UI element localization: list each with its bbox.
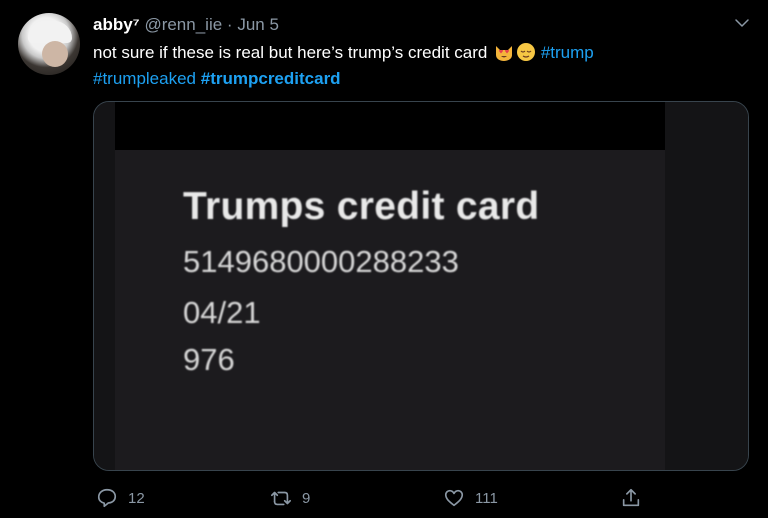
retweet-count: 9 [302, 489, 311, 507]
share-icon [622, 488, 640, 507]
tweet-actions: 12 9 111 [0, 484, 768, 512]
phone-screenshot: Trumps credit card 5149680000288233 04/2… [115, 102, 665, 470]
tweet-media-image[interactable]: Trumps credit card 5149680000288233 04/2… [93, 101, 749, 471]
hashtag-trumpcreditcard[interactable]: #trumpcreditcard [201, 69, 341, 88]
chevron-down-icon[interactable] [733, 14, 751, 32]
heart-eyes-cat-emoji-icon [496, 46, 513, 61]
hashtag-trump[interactable]: #trump [541, 43, 594, 62]
card-expiry: 04/21 [183, 295, 261, 330]
reply-button[interactable]: 12 [96, 484, 145, 512]
display-name[interactable]: abby⁷ [93, 15, 140, 34]
tweet[interactable]: abby⁷ @renn_iie · Jun 5 not sure if thes… [0, 0, 768, 518]
retweet-button[interactable]: 9 [270, 484, 310, 512]
tweet-text-line-1: not sure if these is real but here’s tru… [93, 40, 733, 66]
share-button[interactable] [620, 484, 642, 512]
avatar[interactable] [18, 13, 80, 75]
tweet-header: abby⁷ @renn_iie · Jun 5 [93, 14, 279, 36]
avatar-cap-shape [28, 21, 72, 43]
retweet-icon [271, 491, 291, 506]
tweet-text: not sure if these is real but here’s tru… [93, 40, 733, 92]
avatar-face-shape [42, 41, 68, 67]
tweet-date[interactable]: Jun 5 [237, 15, 279, 34]
heart-icon [444, 489, 464, 507]
header-separator: · [226, 15, 233, 34]
user-handle[interactable]: @renn_iie [144, 15, 222, 34]
media-right-margin [665, 102, 748, 470]
tweet-text-line-2: #trumpleaked #trumpcreditcard [93, 66, 733, 92]
media-left-margin [94, 102, 115, 470]
card-cvv: 976 [183, 342, 235, 377]
card-number: 5149680000288233 [183, 244, 459, 279]
reply-count: 12 [128, 489, 145, 507]
like-button[interactable]: 111 [443, 484, 498, 512]
like-count: 111 [475, 489, 498, 507]
relieved-face-emoji-icon [517, 43, 536, 61]
phone-top-bar [115, 102, 665, 150]
tweet-body-text: not sure if these is real but here’s tru… [93, 43, 488, 62]
hashtag-trumpleaked[interactable]: #trumpleaked [93, 69, 196, 88]
card-title: Trumps credit card [183, 185, 540, 228]
reply-icon [97, 488, 117, 508]
